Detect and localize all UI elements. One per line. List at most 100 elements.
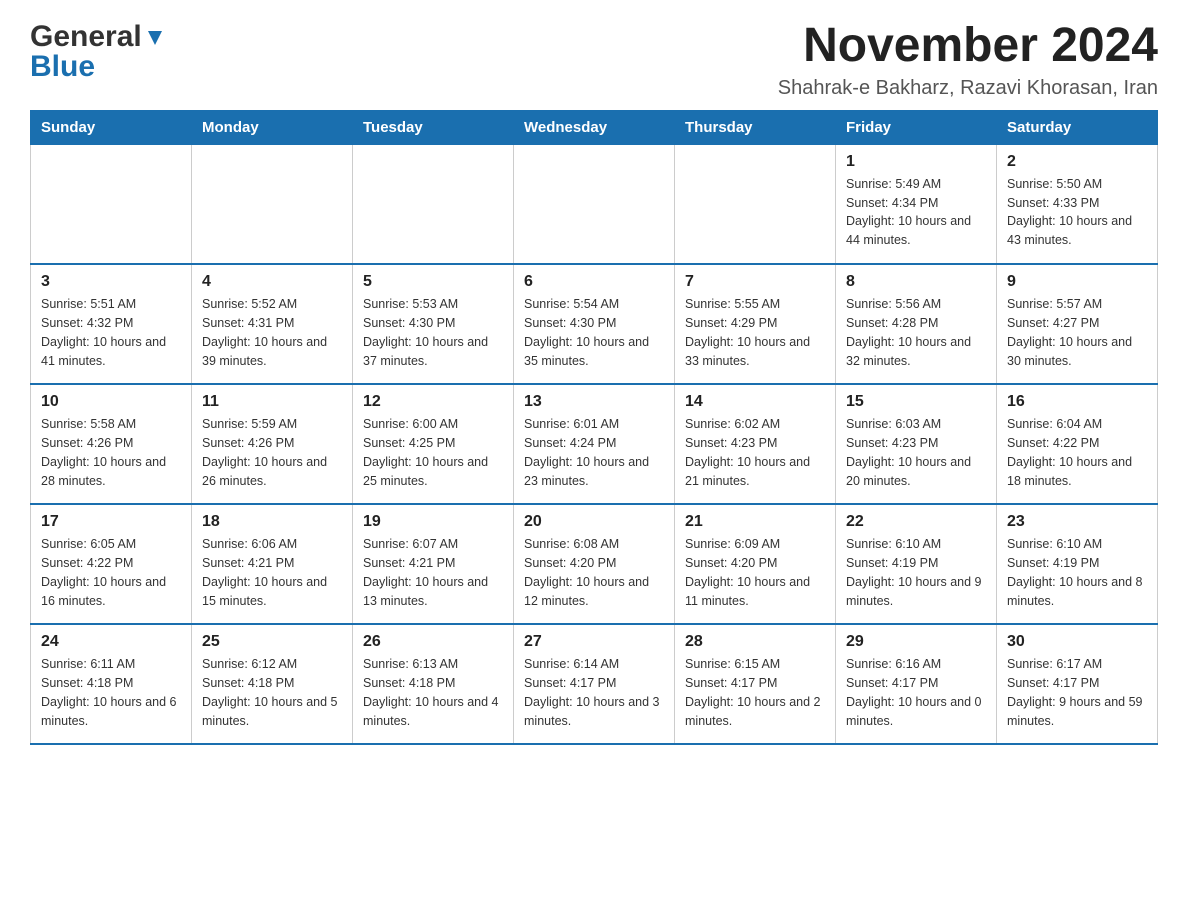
day-number: 1: [846, 153, 986, 171]
calendar-header-wednesday: Wednesday: [514, 110, 675, 144]
calendar-cell: 10 Sunrise: 5:58 AMSunset: 4:26 PMDayligh…: [31, 384, 192, 504]
day-info: Sunrise: 6:16 AMSunset: 4:17 PMDaylight:…: [846, 655, 986, 730]
calendar-cell: 3 Sunrise: 5:51 AMSunset: 4:32 PMDaylight…: [31, 264, 192, 384]
day-number: 20: [524, 513, 664, 531]
calendar-cell: [353, 144, 514, 264]
day-number: 6: [524, 273, 664, 291]
day-info: Sunrise: 5:52 AMSunset: 4:31 PMDaylight:…: [202, 295, 342, 370]
calendar-cell: 18 Sunrise: 6:06 AMSunset: 4:21 PMDayligh…: [192, 504, 353, 624]
day-info: Sunrise: 6:06 AMSunset: 4:21 PMDaylight:…: [202, 535, 342, 610]
calendar-cell: 9 Sunrise: 5:57 AMSunset: 4:27 PMDaylight…: [997, 264, 1158, 384]
day-number: 16: [1007, 393, 1147, 411]
calendar-cell: 6 Sunrise: 5:54 AMSunset: 4:30 PMDaylight…: [514, 264, 675, 384]
title-section: November 2024 Shahrak-e Bakharz, Razavi …: [778, 20, 1158, 100]
calendar-cell: 8 Sunrise: 5:56 AMSunset: 4:28 PMDaylight…: [836, 264, 997, 384]
calendar-header-friday: Friday: [836, 110, 997, 144]
day-info: Sunrise: 6:08 AMSunset: 4:20 PMDaylight:…: [524, 535, 664, 610]
calendar-cell: [514, 144, 675, 264]
calendar-cell: 7 Sunrise: 5:55 AMSunset: 4:29 PMDaylight…: [675, 264, 836, 384]
calendar-cell: 20 Sunrise: 6:08 AMSunset: 4:20 PMDayligh…: [514, 504, 675, 624]
calendar-header-thursday: Thursday: [675, 110, 836, 144]
logo-blue-text: Blue: [30, 50, 95, 84]
day-info: Sunrise: 6:07 AMSunset: 4:21 PMDaylight:…: [363, 535, 503, 610]
day-number: 28: [685, 633, 825, 651]
day-info: Sunrise: 6:09 AMSunset: 4:20 PMDaylight:…: [685, 535, 825, 610]
calendar-cell: 27 Sunrise: 6:14 AMSunset: 4:17 PMDayligh…: [514, 624, 675, 744]
calendar-cell: 13Sunrise: 6:01 AMSunset: 4:24 PMDayligh…: [514, 384, 675, 504]
day-number: 27: [524, 633, 664, 651]
day-number: 30: [1007, 633, 1147, 651]
day-info: Sunrise: 5:58 AMSunset: 4:26 PMDaylight:…: [41, 415, 181, 490]
calendar-cell: 4 Sunrise: 5:52 AMSunset: 4:31 PMDaylight…: [192, 264, 353, 384]
calendar-cell: 30Sunrise: 6:17 AMSunset: 4:17 PMDayligh…: [997, 624, 1158, 744]
day-number: 26: [363, 633, 503, 651]
day-info: Sunrise: 6:10 AMSunset: 4:19 PMDaylight:…: [846, 535, 986, 610]
day-number: 10: [41, 393, 181, 411]
day-number: 24: [41, 633, 181, 651]
page-header: General Blue November 2024 Shahrak-e Bak…: [30, 20, 1158, 100]
calendar-cell: 15Sunrise: 6:03 AMSunset: 4:23 PMDayligh…: [836, 384, 997, 504]
day-number: 23: [1007, 513, 1147, 531]
day-info: Sunrise: 5:51 AMSunset: 4:32 PMDaylight:…: [41, 295, 181, 370]
calendar-week-1: 1 Sunrise: 5:49 AMSunset: 4:34 PMDaylight…: [31, 144, 1158, 264]
day-info: Sunrise: 6:00 AMSunset: 4:25 PMDaylight:…: [363, 415, 503, 490]
day-info: Sunrise: 5:49 AMSunset: 4:34 PMDaylight:…: [846, 175, 986, 250]
day-info: Sunrise: 5:50 AMSunset: 4:33 PMDaylight:…: [1007, 175, 1147, 250]
day-number: 7: [685, 273, 825, 291]
calendar-week-2: 3 Sunrise: 5:51 AMSunset: 4:32 PMDaylight…: [31, 264, 1158, 384]
day-info: Sunrise: 5:55 AMSunset: 4:29 PMDaylight:…: [685, 295, 825, 370]
calendar-cell: 28Sunrise: 6:15 AMSunset: 4:17 PMDayligh…: [675, 624, 836, 744]
calendar-cell: [31, 144, 192, 264]
calendar-week-5: 24 Sunrise: 6:11 AMSunset: 4:18 PMDayligh…: [31, 624, 1158, 744]
calendar-cell: [192, 144, 353, 264]
day-info: Sunrise: 5:57 AMSunset: 4:27 PMDaylight:…: [1007, 295, 1147, 370]
calendar-cell: 12 Sunrise: 6:00 AMSunset: 4:25 PMDayligh…: [353, 384, 514, 504]
day-info: Sunrise: 6:03 AMSunset: 4:23 PMDaylight:…: [846, 415, 986, 490]
day-number: 5: [363, 273, 503, 291]
day-number: 25: [202, 633, 342, 651]
month-title: November 2024: [778, 20, 1158, 73]
day-info: Sunrise: 6:01 AMSunset: 4:24 PMDaylight:…: [524, 415, 664, 490]
logo-general-text: General: [30, 20, 142, 54]
location-subtitle: Shahrak-e Bakharz, Razavi Khorasan, Iran: [778, 77, 1158, 100]
day-number: 19: [363, 513, 503, 531]
day-info: Sunrise: 6:04 AMSunset: 4:22 PMDaylight:…: [1007, 415, 1147, 490]
day-number: 11: [202, 393, 342, 411]
day-number: 9: [1007, 273, 1147, 291]
calendar-table: SundayMondayTuesdayWednesdayThursdayFrid…: [30, 110, 1158, 746]
day-info: Sunrise: 6:14 AMSunset: 4:17 PMDaylight:…: [524, 655, 664, 730]
calendar-header-monday: Monday: [192, 110, 353, 144]
calendar-cell: 21 Sunrise: 6:09 AMSunset: 4:20 PMDayligh…: [675, 504, 836, 624]
day-number: 8: [846, 273, 986, 291]
logo-triangle-icon: [144, 27, 166, 49]
day-number: 2: [1007, 153, 1147, 171]
day-info: Sunrise: 5:54 AMSunset: 4:30 PMDaylight:…: [524, 295, 664, 370]
calendar-cell: 17 Sunrise: 6:05 AMSunset: 4:22 PMDayligh…: [31, 504, 192, 624]
day-info: Sunrise: 5:56 AMSunset: 4:28 PMDaylight:…: [846, 295, 986, 370]
day-number: 22: [846, 513, 986, 531]
calendar-cell: 23Sunrise: 6:10 AMSunset: 4:19 PMDayligh…: [997, 504, 1158, 624]
day-number: 14: [685, 393, 825, 411]
day-number: 21: [685, 513, 825, 531]
day-info: Sunrise: 6:05 AMSunset: 4:22 PMDaylight:…: [41, 535, 181, 610]
calendar-cell: 1 Sunrise: 5:49 AMSunset: 4:34 PMDaylight…: [836, 144, 997, 264]
calendar-cell: 11 Sunrise: 5:59 AMSunset: 4:26 PMDayligh…: [192, 384, 353, 504]
day-number: 3: [41, 273, 181, 291]
calendar-cell: 19 Sunrise: 6:07 AMSunset: 4:21 PMDayligh…: [353, 504, 514, 624]
day-number: 18: [202, 513, 342, 531]
calendar-header-saturday: Saturday: [997, 110, 1158, 144]
day-number: 29: [846, 633, 986, 651]
day-number: 12: [363, 393, 503, 411]
day-info: Sunrise: 6:13 AMSunset: 4:18 PMDaylight:…: [363, 655, 503, 730]
day-number: 17: [41, 513, 181, 531]
day-number: 4: [202, 273, 342, 291]
calendar-cell: 16 Sunrise: 6:04 AMSunset: 4:22 PMDayligh…: [997, 384, 1158, 504]
day-info: Sunrise: 6:11 AMSunset: 4:18 PMDaylight:…: [41, 655, 181, 730]
calendar-header-sunday: Sunday: [31, 110, 192, 144]
calendar-cell: 5Sunrise: 5:53 AMSunset: 4:30 PMDaylight…: [353, 264, 514, 384]
day-info: Sunrise: 5:59 AMSunset: 4:26 PMDaylight:…: [202, 415, 342, 490]
logo: General Blue: [30, 20, 166, 84]
calendar-cell: 24 Sunrise: 6:11 AMSunset: 4:18 PMDayligh…: [31, 624, 192, 744]
calendar-header-tuesday: Tuesday: [353, 110, 514, 144]
calendar-cell: 26 Sunrise: 6:13 AMSunset: 4:18 PMDayligh…: [353, 624, 514, 744]
